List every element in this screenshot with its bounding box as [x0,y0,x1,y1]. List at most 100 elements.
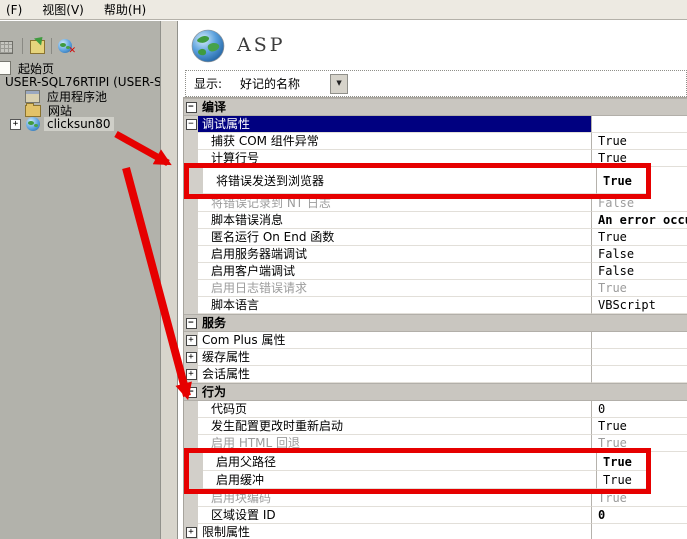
collapse-box-icon[interactable]: − [186,119,197,130]
group-row[interactable]: −服务 [184,314,687,332]
row-gutter [189,453,203,471]
row-gutter [184,280,198,297]
property-row[interactable]: 启用日志错误请求True [184,280,687,297]
property-name: 行为 [198,384,226,400]
connections-tree: 起始页USER-SQL76RTIPI (USER-SQL76应用程序池网站 + cl… [0,61,160,131]
property-name: 区域设置 ID [198,507,591,524]
property-row[interactable]: 启用服务器端调试False [184,246,687,263]
property-value: VBScript [591,297,687,314]
display-bar: 显示: 好记的名称 ▼ [185,70,687,97]
tree-item-label[interactable]: 网站 [45,103,75,117]
row-gutter [184,246,198,263]
tree-item[interactable]: 网站 [0,103,160,117]
property-value: True [591,418,687,435]
application-pools-icon [25,90,40,103]
connection-keyboard-icon[interactable] [0,38,16,54]
property-name: 限制属性 [198,524,591,539]
property-value: True [591,229,687,246]
group-row[interactable]: −编译 [184,98,687,116]
property-name: 启用客户端调试 [198,263,591,280]
row-gutter [184,263,198,280]
tree-item-label[interactable]: 应用程序池 [44,89,110,103]
property-name: 缓存属性 [198,349,591,366]
property-name: 启用日志错误请求 [198,280,591,297]
collapse-box-icon[interactable]: − [186,102,197,113]
tree-item[interactable]: 起始页 [0,61,160,75]
property-name: 调试属性 [198,116,591,133]
save-connections-icon[interactable] [29,38,45,54]
panel-splitter[interactable] [160,21,178,539]
row-gutter [189,471,203,489]
subgroup-row[interactable]: +Com Plus 属性 [184,332,687,349]
property-name: 编译 [198,99,226,115]
row-gutter [184,418,198,435]
property-value: True [591,133,687,150]
property-value: True [596,471,646,489]
asp-property-grid: −编译−调试属性捕获 COM 组件异常True计算行号True将错误发送到浏览器… [183,97,687,539]
delete-connection-globe-icon[interactable]: ✕ [58,38,74,54]
subgroup-row[interactable]: +会话属性 [184,366,687,383]
property-value: An error occur [591,212,687,229]
row-gutter [184,133,198,150]
tree-item[interactable]: 应用程序池 [0,89,160,103]
property-name: 匿名运行 On End 函数 [198,229,591,246]
property-value [591,332,687,349]
row-gutter: − [184,384,198,400]
tree-item-label[interactable]: 起始页 [15,61,57,75]
tree-item-label[interactable]: clicksun80 [44,117,114,131]
expand-box-icon[interactable]: + [10,119,21,130]
row-gutter: + [184,524,198,539]
display-dropdown-button[interactable]: ▼ [330,74,348,94]
collapse-box-icon[interactable]: − [186,318,197,329]
property-value [591,116,687,133]
menu-file[interactable]: (F) [6,3,22,17]
property-row[interactable]: 代码页0 [184,401,687,418]
property-row[interactable]: 启用父路径True [189,453,646,471]
property-row[interactable]: 启用缓冲True [189,471,646,489]
property-value [591,349,687,366]
property-row[interactable]: 将错误发送到浏览器True [189,168,646,194]
property-name: 脚本错误消息 [198,212,591,229]
property-name: 启用父路径 [203,453,596,471]
group-row[interactable]: −行为 [184,383,687,401]
subgroup-row[interactable]: +限制属性 [184,524,687,539]
row-gutter: − [184,99,198,115]
row-gutter: − [184,315,198,331]
menu-view[interactable]: 视图(V) [42,1,84,18]
start-page-icon [0,61,11,75]
display-mode-value: 好记的名称 [240,75,300,92]
tree-item[interactable]: USER-SQL76RTIPI (USER-SQL76 [0,75,160,89]
expand-box-icon[interactable]: + [186,352,197,363]
property-name: 会话属性 [198,366,591,383]
property-name: 捕获 COM 组件异常 [198,133,591,150]
toolbar-separator [51,38,52,54]
row-gutter: − [184,116,198,133]
property-name: Com Plus 属性 [198,332,591,349]
property-row[interactable]: 脚本错误消息An error occur [184,212,687,229]
property-name: 启用缓冲 [203,471,596,489]
asp-settings-panel: ASP 显示: 好记的名称 ▼ −编译−调试属性捕获 COM 组件异常True计… [179,21,687,539]
property-name: 启用服务器端调试 [198,246,591,263]
property-row[interactable]: 发生配置更改时重新启动True [184,418,687,435]
row-gutter: + [184,366,198,383]
subgroup-row[interactable]: +缓存属性 [184,349,687,366]
property-name: 发生配置更改时重新启动 [198,418,591,435]
expand-box-icon[interactable]: + [186,335,197,346]
menu-help[interactable]: 帮助(H) [104,1,146,18]
toolbar-separator [22,38,23,54]
subgroup-row[interactable]: −调试属性 [184,116,687,133]
page-title: ASP [237,34,286,56]
connections-panel: ✕ 起始页USER-SQL76RTIPI (USER-SQL76应用程序池网站+… [0,21,160,539]
tree-item-label[interactable]: USER-SQL76RTIPI (USER-SQL76 [2,75,160,89]
property-row[interactable]: 区域设置 ID0 [184,507,687,524]
property-row[interactable]: 脚本语言VBScript [184,297,687,314]
tree-item[interactable]: + clicksun80 [0,117,160,131]
property-name: 代码页 [198,401,591,418]
property-row[interactable]: 捕获 COM 组件异常True [184,133,687,150]
expand-box-icon[interactable]: + [186,527,197,538]
property-value: True [596,453,646,471]
property-row[interactable]: 匿名运行 On End 函数True [184,229,687,246]
expand-box-icon[interactable]: + [186,369,197,380]
collapse-box-icon[interactable]: − [186,387,197,398]
property-row[interactable]: 启用客户端调试False [184,263,687,280]
